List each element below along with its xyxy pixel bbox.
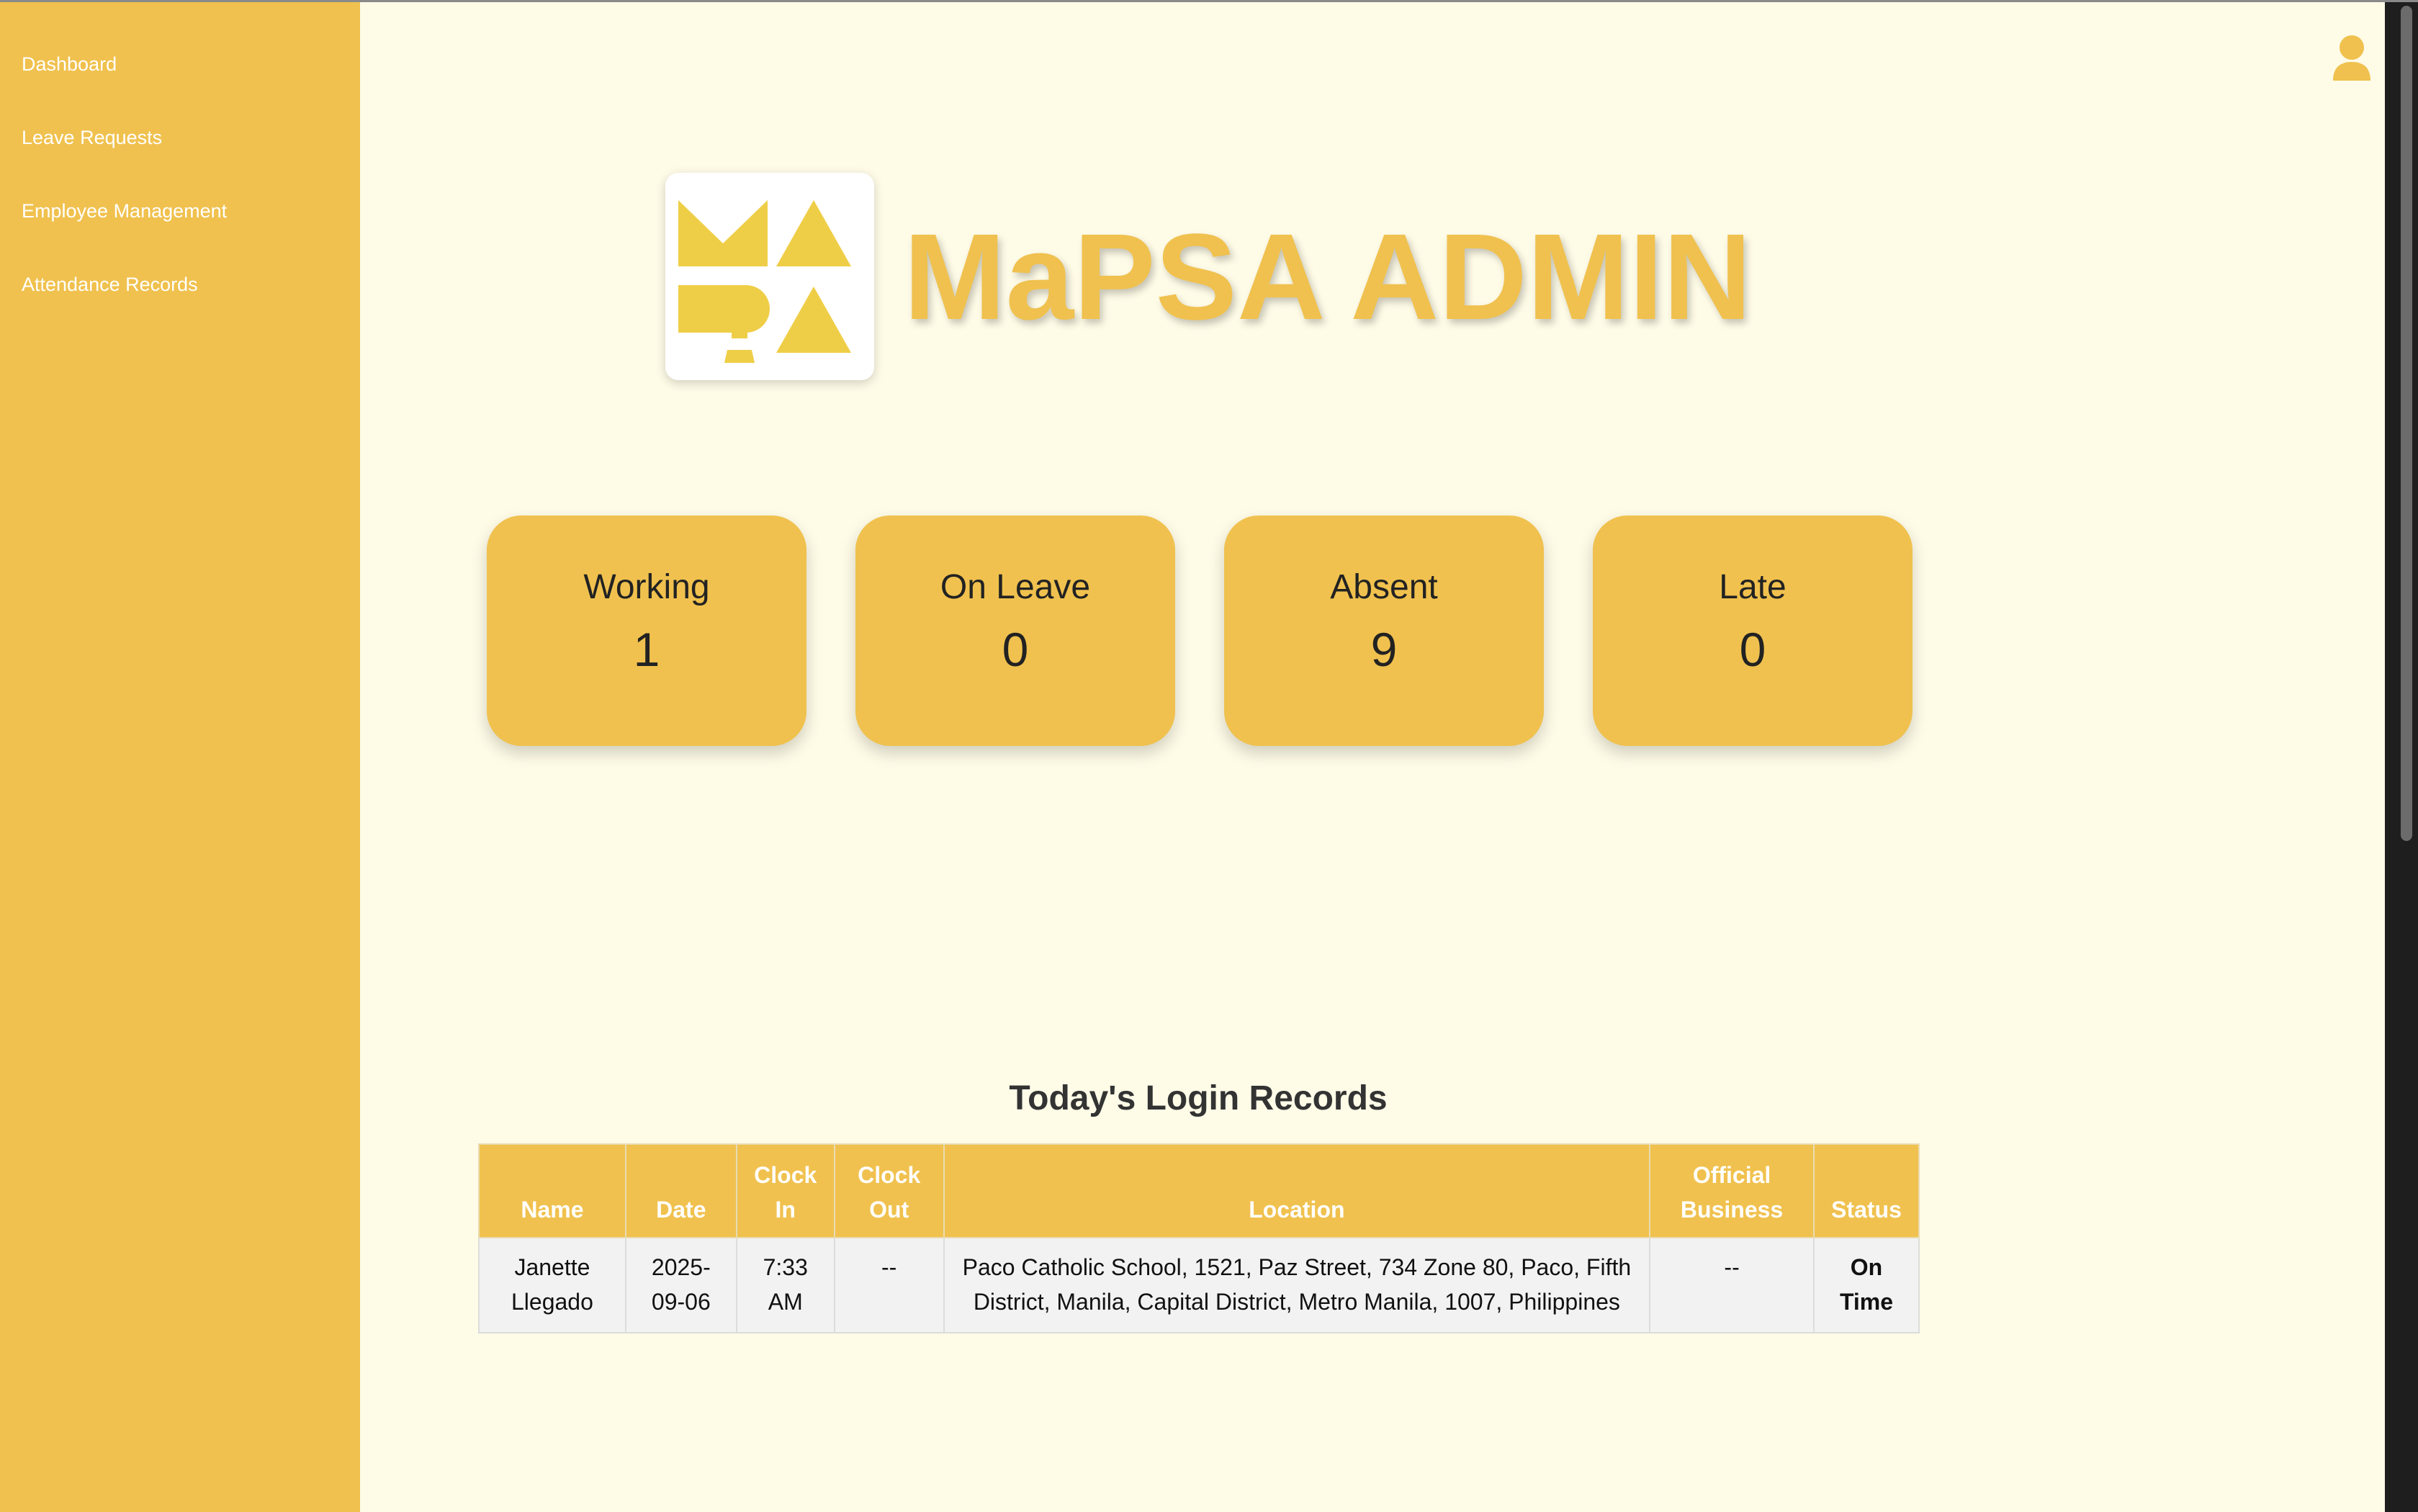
- sidebar-item-attendance-records[interactable]: Attendance Records: [22, 274, 198, 296]
- cell-status: On Time: [1813, 1237, 1920, 1333]
- stat-value: 1: [633, 623, 660, 676]
- stat-label: Absent: [1330, 568, 1438, 606]
- stat-label: Late: [1719, 568, 1786, 606]
- cell-location: Paco Catholic School, 1521, Paz Street, …: [943, 1237, 1651, 1333]
- stat-card-on-leave: On Leave 0: [855, 516, 1175, 746]
- stat-value: 0: [1002, 623, 1029, 676]
- column-header-official-business[interactable]: Official Business: [1649, 1143, 1815, 1238]
- table-header-row: Name Date Clock In Clock Out Location Of…: [478, 1143, 1920, 1238]
- user-icon[interactable]: [2330, 33, 2373, 84]
- brand-title: MaPSA ADMIN: [904, 209, 1752, 346]
- sidebar-item-dashboard[interactable]: Dashboard: [22, 53, 117, 76]
- login-records-title: Today's Login Records: [1009, 1079, 1388, 1117]
- scrollbar-thumb[interactable]: [2401, 6, 2412, 841]
- login-records-table: Name Date Clock In Clock Out Location Of…: [478, 1143, 1920, 1333]
- table-row: Janette Llegado 2025-09-06 7:33 AM -- Pa…: [478, 1237, 1920, 1333]
- stat-card-working: Working 1: [487, 516, 806, 746]
- stat-value: 0: [1739, 623, 1766, 676]
- stat-label: On Leave: [940, 568, 1091, 606]
- column-header-date[interactable]: Date: [624, 1143, 737, 1238]
- cell-clock-in: 7:33 AM: [735, 1237, 835, 1333]
- column-header-clock-out[interactable]: Clock Out: [833, 1143, 945, 1238]
- column-header-status[interactable]: Status: [1813, 1143, 1920, 1238]
- stat-label: Working: [583, 568, 710, 606]
- column-header-location[interactable]: Location: [943, 1143, 1651, 1238]
- cell-clock-out: --: [833, 1237, 945, 1333]
- column-header-name[interactable]: Name: [478, 1143, 626, 1238]
- mapsa-logo: [665, 173, 874, 380]
- window-top-border: [0, 0, 2418, 2]
- cell-date: 2025-09-06: [624, 1237, 737, 1333]
- column-header-clock-in[interactable]: Clock In: [735, 1143, 835, 1238]
- sidebar-item-employee-management[interactable]: Employee Management: [22, 200, 227, 222]
- stat-value: 9: [1370, 623, 1398, 676]
- stat-card-absent: Absent 9: [1224, 516, 1544, 746]
- cell-official-business: --: [1649, 1237, 1815, 1333]
- sidebar: Dashboard Leave Requests Employee Manage…: [0, 0, 360, 1512]
- cell-name: Janette Llegado: [478, 1237, 626, 1333]
- stat-card-late: Late 0: [1593, 516, 1913, 746]
- sidebar-item-leave-requests[interactable]: Leave Requests: [22, 127, 162, 149]
